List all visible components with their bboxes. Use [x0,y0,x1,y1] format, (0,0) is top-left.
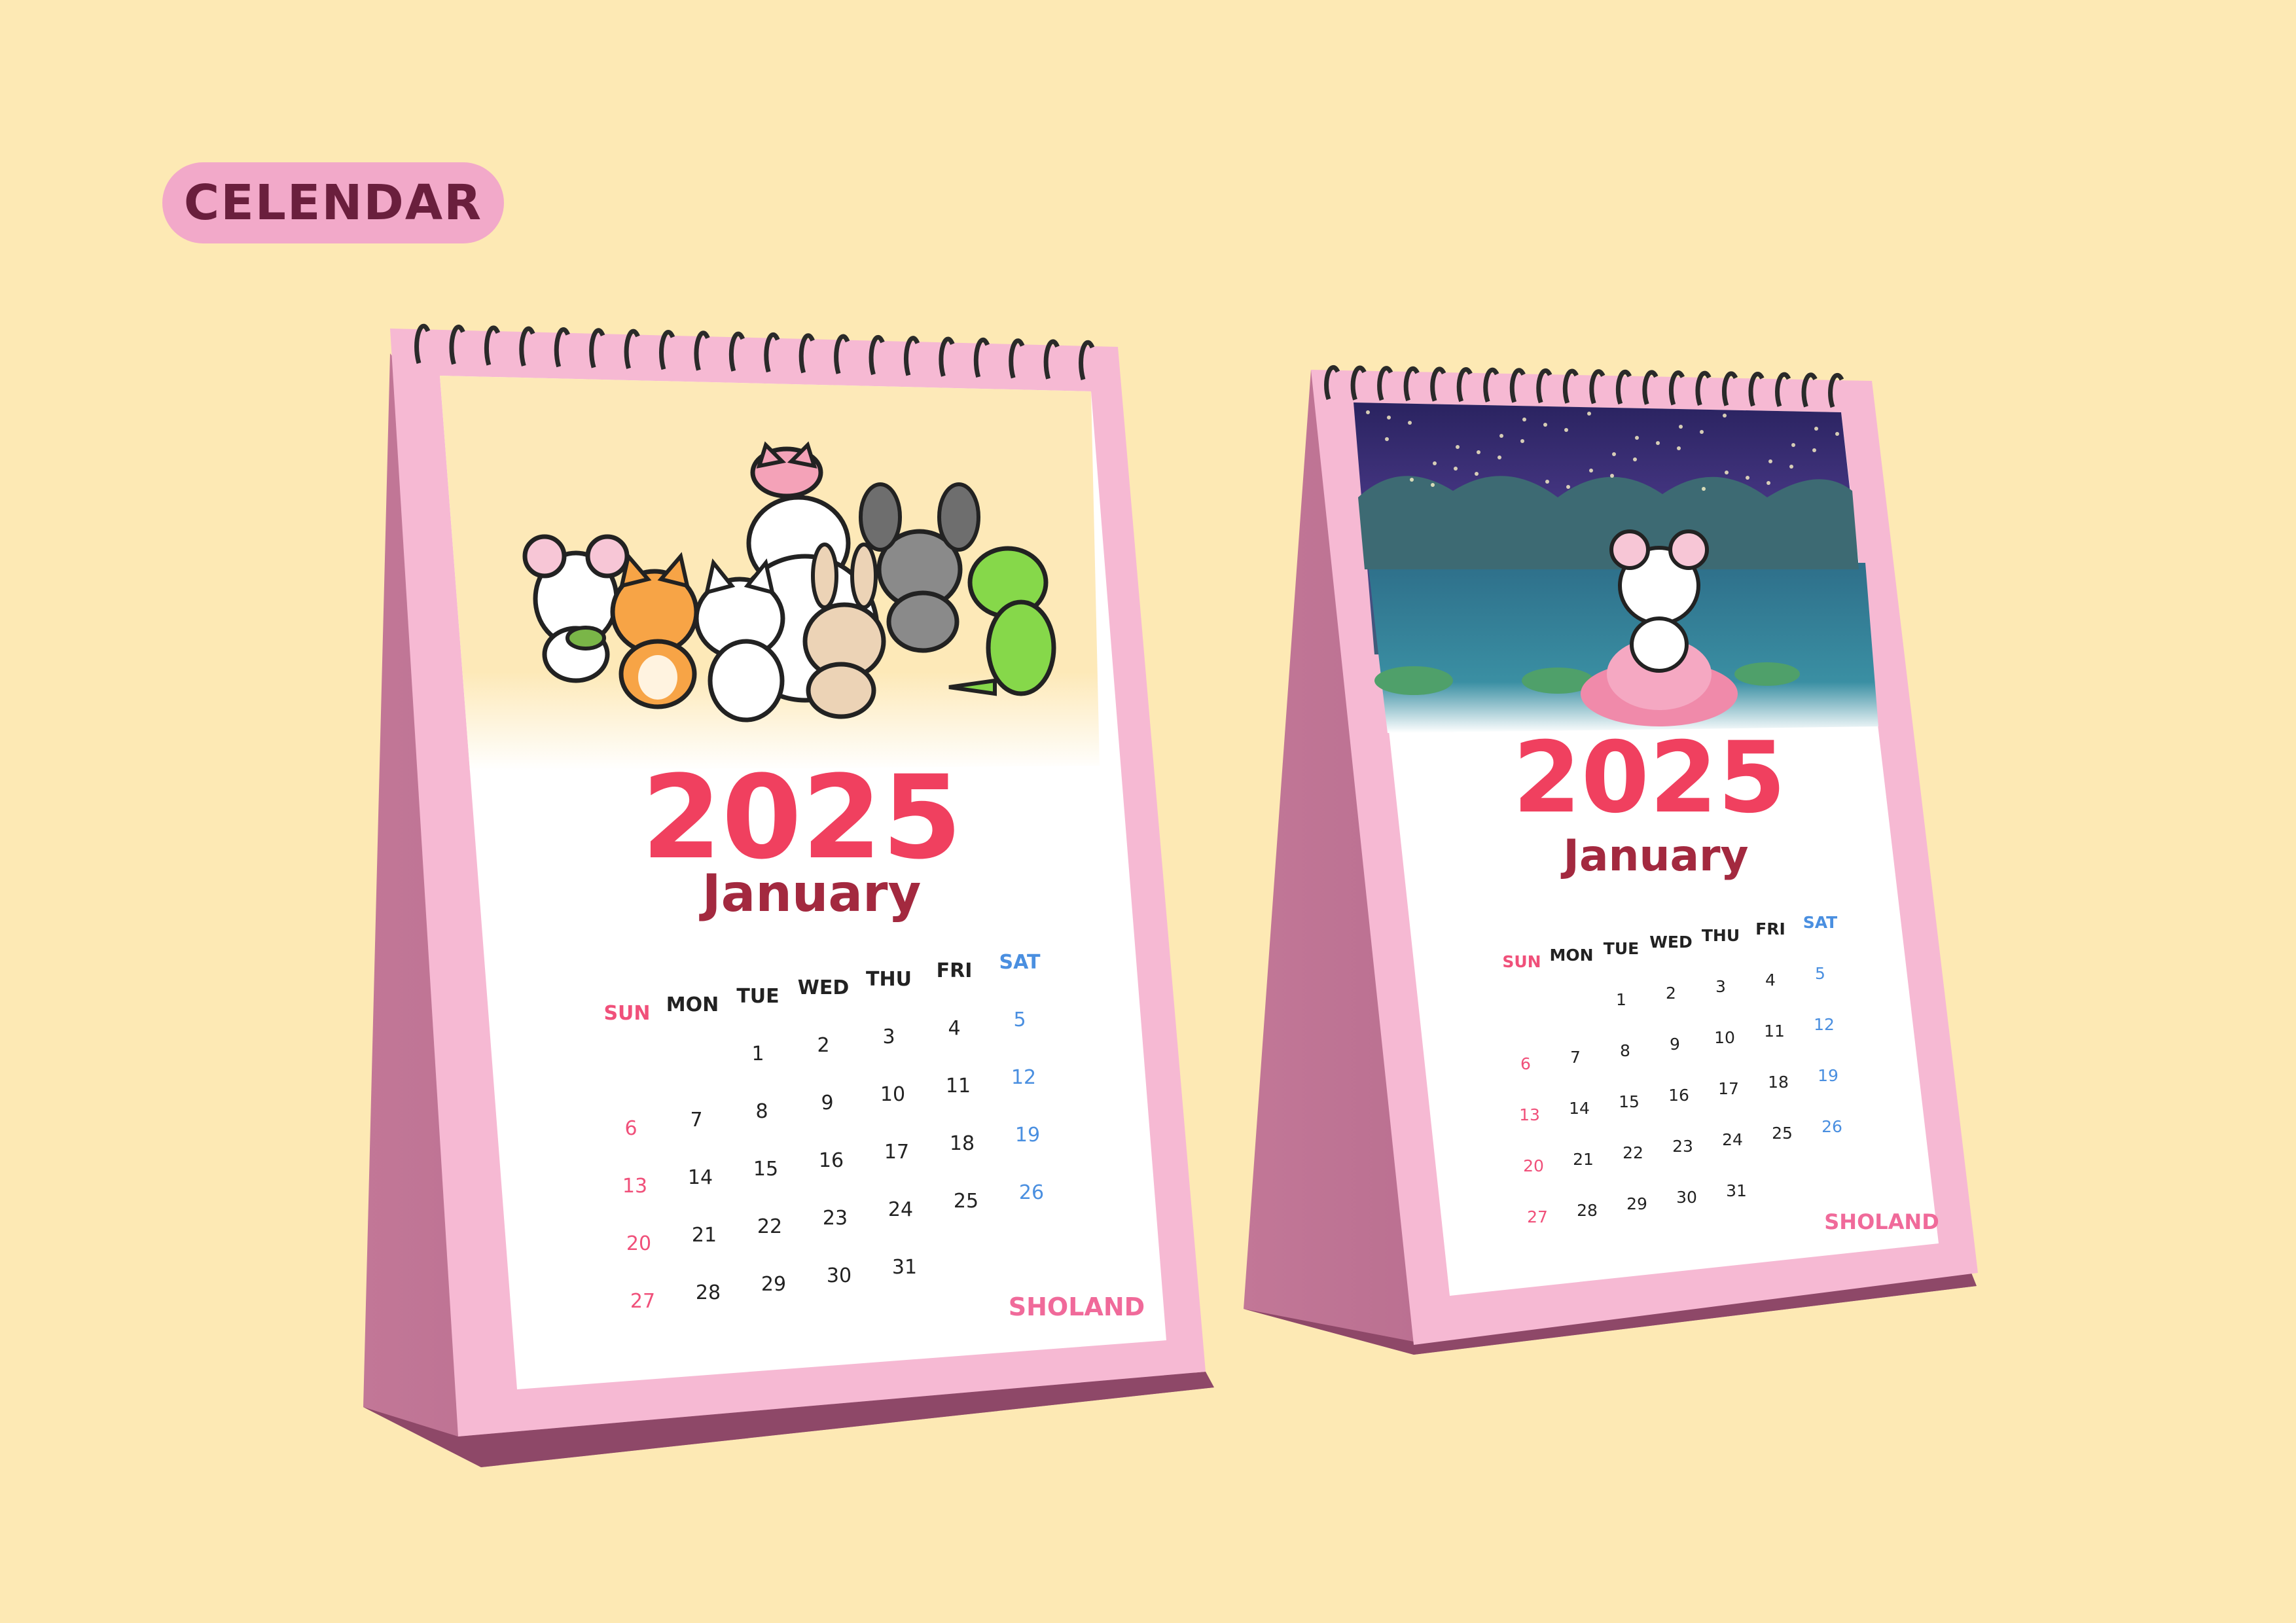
day-cell: 22 [1623,1143,1643,1162]
year-title: 2025 [1513,721,1785,835]
weekday-label: TUE [1604,939,1639,958]
day-cell: 15 [753,1158,778,1181]
day-cell: 5 [1815,964,1825,983]
day-cell: 16 [819,1149,844,1172]
weekday-label: MON [666,993,719,1016]
day-cell: 18 [1768,1073,1789,1092]
day-cell: 3 [882,1026,895,1048]
day-cell: 24 [1722,1130,1743,1149]
weekday-label: SUN [1502,952,1541,971]
day-cell: 21 [1573,1150,1594,1169]
day-cell: 6 [1520,1054,1531,1073]
day-cell: 13 [622,1175,647,1198]
day-cell: 26 [1019,1181,1044,1204]
day-cell: 29 [761,1273,786,1296]
day-cell: 5 [1013,1008,1026,1031]
mouse-on-lotus-night-pond-illustration [1354,402,1878,733]
weekday-label: WED [1649,933,1692,952]
day-cell: 28 [1577,1201,1598,1220]
weekday-label: SUN [603,1002,650,1025]
day-cell: 31 [892,1256,917,1279]
calendar-left: 2025 January SUN MON TUE WED THU FRI SAT1 2 3 4 56… [363,323,1214,1467]
day-cell: 19 [1818,1066,1839,1085]
day-cell: 8 [1620,1041,1630,1060]
day-cell: 19 [1015,1124,1040,1147]
weekday-label: WED [798,976,850,999]
day-cell: 13 [1519,1105,1540,1124]
weekday-label: SAT [1803,913,1837,932]
day-cell: 9 [821,1092,833,1115]
day-cell: 17 [884,1141,909,1164]
day-cell: 11 [1764,1022,1785,1041]
day-cell: 27 [630,1290,655,1313]
day-cell: 28 [696,1281,721,1304]
day-cell: 6 [624,1117,637,1140]
day-cell: 12 [1011,1066,1036,1089]
weekday-label: MON [1549,946,1593,965]
calendar-right: 2025 January SUN MON TUE WED THU FRI SAT1 2 3 4 56… [1244,365,1978,1355]
weekday-label: THU [866,968,912,991]
day-cell: 4 [1765,971,1776,990]
day-cell: 10 [1714,1028,1735,1047]
day-cell: 26 [1821,1117,1842,1136]
day-cell: 12 [1814,1015,1835,1034]
day-cell: 1 [751,1043,764,1065]
day-cell: 9 [1670,1035,1680,1054]
day-cell: 3 [1715,977,1726,996]
day-cell: 31 [1726,1181,1747,1200]
day-cell: 21 [692,1224,717,1247]
day-cell: 17 [1718,1079,1739,1098]
day-cell: 14 [1569,1099,1590,1118]
day-cell: 30 [1676,1188,1697,1207]
day-cell: 1 [1616,990,1626,1009]
weekday-label: FRI [937,959,973,982]
day-cell: 25 [1772,1124,1793,1143]
day-cell: 27 [1527,1207,1548,1226]
brand-logo: SHOLAND [1824,1209,1939,1234]
day-cell: 4 [948,1017,960,1040]
day-cell: 7 [690,1109,702,1132]
day-cell: 10 [880,1083,905,1106]
brand-logo: SHOLAND [1009,1293,1145,1321]
day-cell: 20 [626,1232,651,1255]
day-cell: 18 [950,1132,975,1155]
day-cell: 20 [1523,1156,1544,1175]
day-cell: 15 [1619,1092,1640,1111]
calendar-scene: 2025 January SUN MON TUE WED THU FRI SAT1 2 3 4 56… [363,323,1978,1467]
day-cell: 2 [1666,984,1676,1003]
weekday-label: SAT [999,951,1041,974]
day-cell: 23 [1672,1137,1693,1156]
day-cell: 24 [888,1198,913,1221]
day-cell: 7 [1570,1048,1581,1067]
day-cell: 23 [823,1207,848,1230]
day-cell: 14 [688,1166,713,1189]
day-cell: 22 [757,1215,782,1238]
weekday-label: FRI [1755,919,1785,938]
day-cell: 29 [1626,1194,1647,1213]
day-cell: 16 [1668,1086,1689,1105]
day-cell: 2 [817,1034,829,1057]
weekday-label: TUE [736,985,779,1008]
day-cell: 30 [827,1264,852,1287]
day-cell: 11 [946,1075,971,1097]
day-cell: 8 [755,1100,768,1123]
month-title: January [1560,830,1748,881]
month-title: January [699,865,922,923]
day-cell: 25 [954,1190,978,1213]
weekday-label: THU [1702,926,1740,945]
